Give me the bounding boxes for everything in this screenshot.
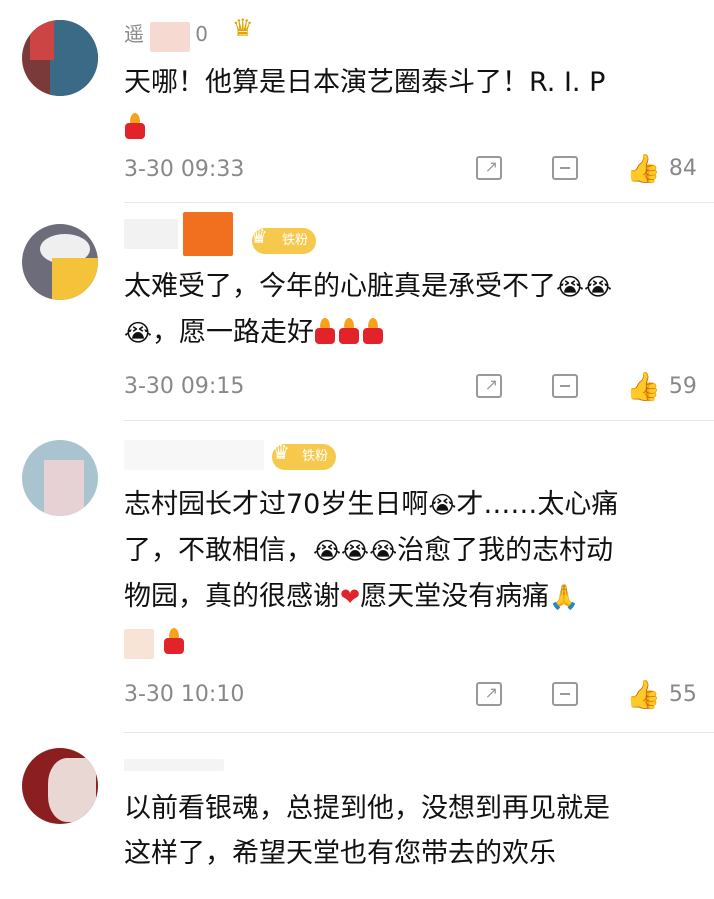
username[interactable]	[124, 440, 264, 470]
comment-text-content: 太难受了，今年的心脏真是承受不了	[124, 271, 556, 302]
comment-text-content: 以前看银魂，总提到他，没想到再见就是	[124, 793, 610, 824]
comment-text: 天哪！他算是日本演艺圈泰斗了！R. I. P	[124, 60, 694, 150]
share-icon: ↗	[476, 156, 502, 180]
blurred-name	[124, 219, 178, 249]
crying-face-icon: 😭😭	[556, 273, 613, 301]
comment-text-content-3b: 愿天堂没有病痛	[360, 581, 550, 612]
like-icon: 👍	[626, 370, 661, 403]
candle-icon	[314, 318, 336, 344]
candle-icon	[124, 113, 146, 139]
avatar[interactable]	[22, 748, 98, 824]
comment-text-content-2a: 了，不敢相信，	[124, 535, 313, 566]
pray-icon: 🙏	[549, 583, 579, 611]
comment-text-content-2: ，愿一路走好	[152, 317, 315, 348]
fan-badge-label: 铁粉	[302, 449, 329, 464]
fan-badge-label: 铁粉	[282, 233, 309, 248]
like-count: 84	[668, 156, 697, 181]
username-text: 遥	[124, 22, 145, 46]
like-icon: 👍	[626, 678, 661, 711]
crown-icon: ♛	[250, 224, 268, 248]
comment-text: 志村园长才过70岁生日啊😭才……太心痛 了，不敢相信，😭😭😭治愈了我的志村动 物…	[124, 482, 694, 665]
comment-item-4: 以前看银魂，总提到他，没想到再见就是 这样了，希望天堂也有您带去的欢乐	[0, 734, 714, 899]
comment-text-content-1b: 才……太心痛	[456, 489, 619, 520]
comment-text-content: 天哪！他算是日本演艺圈泰斗了！R. I. P	[124, 67, 606, 98]
timestamp: 3-30 09:33	[124, 157, 245, 182]
comment-button[interactable]	[552, 682, 578, 706]
blurred-name	[124, 440, 264, 470]
blurred-name	[124, 758, 224, 771]
crown-icon: ♛	[272, 440, 290, 464]
avatar[interactable]	[22, 20, 98, 96]
comment-icon	[552, 682, 578, 706]
share-button[interactable]: ↗	[476, 682, 502, 706]
avatar[interactable]	[22, 224, 98, 300]
candle-icon	[163, 628, 185, 654]
username-suffix: 0	[195, 22, 209, 46]
comment-text-content-2b: 治愈了我的志村动	[397, 535, 614, 566]
blurred-emoji	[124, 628, 154, 659]
share-button[interactable]: ↗	[476, 374, 502, 398]
crown-icon: ♛	[232, 14, 254, 42]
comment-button[interactable]	[552, 156, 578, 180]
share-icon: ↗	[476, 374, 502, 398]
crying-face-icon: 😭	[124, 319, 153, 347]
comment-button[interactable]	[552, 374, 578, 398]
comment-text-content-2: 这样了，希望天堂也有您带去的欢乐	[124, 838, 556, 869]
divider	[124, 732, 714, 733]
comment-icon	[552, 374, 578, 398]
comment-icon	[552, 156, 578, 180]
comment-item-1: 遥 0 ♛ 天哪！他算是日本演艺圈泰斗了！R. I. P 3-30 09:33 …	[0, 0, 714, 203]
candle-icon	[338, 318, 360, 344]
crying-face-icon: 😭	[428, 491, 457, 519]
share-icon: ↗	[476, 682, 502, 706]
timestamp: 3-30 10:10	[124, 682, 245, 707]
share-button[interactable]: ↗	[476, 156, 502, 180]
like-count: 55	[668, 682, 697, 707]
username[interactable]	[124, 754, 224, 784]
comment-item-3: 铁粉 ♛ 志村园长才过70岁生日啊😭才……太心痛 了，不敢相信，😭😭😭治愈了我的…	[0, 420, 714, 733]
like-button[interactable]: 👍 59	[626, 370, 697, 403]
blurred-name	[150, 21, 191, 52]
username[interactable]: 遥 0	[124, 18, 209, 52]
username[interactable]	[124, 212, 234, 256]
comment-text: 太难受了，今年的心脏真是承受不了😭😭 😭，愿一路走好	[124, 264, 694, 356]
timestamp: 3-30 09:15	[124, 374, 245, 399]
like-button[interactable]: 👍 55	[626, 678, 697, 711]
comment-item-2: 铁粉 ♛ 太难受了，今年的心脏真是承受不了😭😭 😭，愿一路走好 3-30 09:…	[0, 204, 714, 421]
like-icon: 👍	[626, 152, 661, 185]
like-button[interactable]: 👍 84	[626, 152, 697, 185]
crying-face-icon: 😭😭😭	[313, 537, 398, 565]
like-count: 59	[668, 374, 697, 399]
comment-text: 以前看银魂，总提到他，没想到再见就是 这样了，希望天堂也有您带去的欢乐	[124, 786, 694, 876]
comment-text-content: 志村园长才过70岁生日啊	[124, 489, 429, 520]
candle-icon	[362, 318, 384, 344]
avatar[interactable]	[22, 440, 98, 516]
blurred-name	[183, 212, 234, 256]
heart-icon: ❤	[340, 583, 361, 611]
divider	[124, 202, 714, 203]
comment-text-content-3a: 物园，真的很感谢	[124, 581, 340, 612]
